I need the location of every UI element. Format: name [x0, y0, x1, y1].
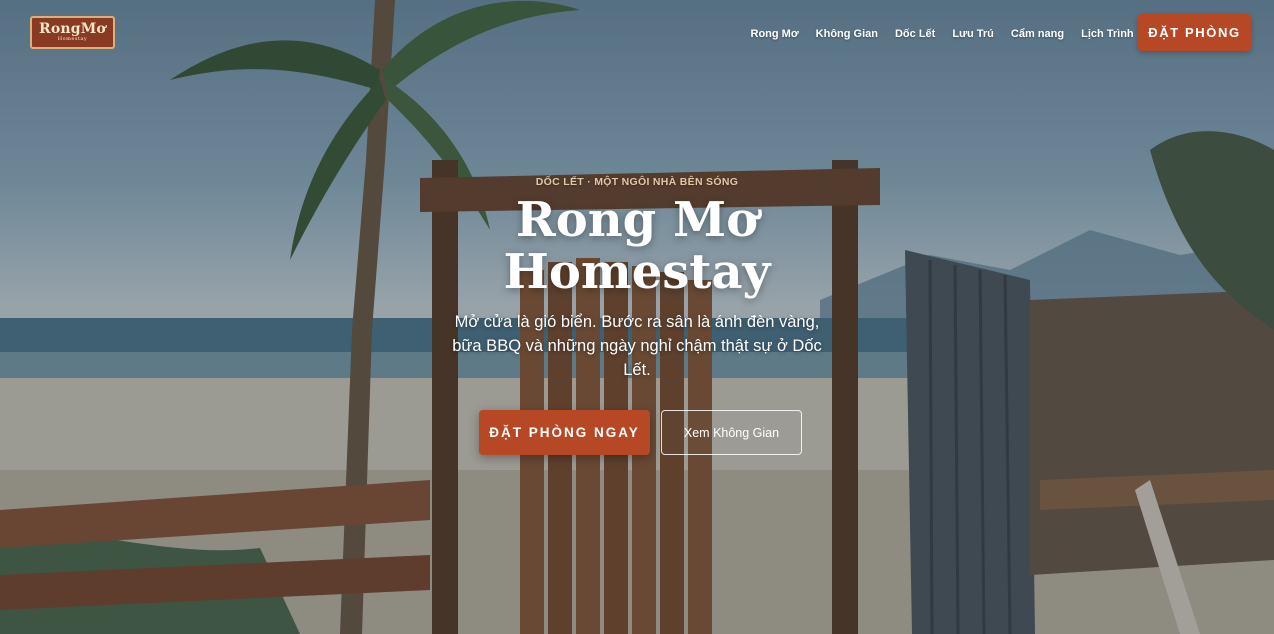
hero-eyebrow: DỐC LẾT · MỘT NGÔI NHÀ BÊN SÓNG	[535, 176, 739, 188]
logo-tagline: Homestay	[57, 36, 88, 42]
nav-item-doc-let[interactable]: Dốc Lết	[886, 24, 943, 44]
nav-item-cam-nang[interactable]: Cẩm nang	[1002, 24, 1072, 44]
hero-subtitle: Mở cửa là gió biển. Bước ra sân là ánh đ…	[452, 313, 822, 379]
book-now-button[interactable]: ĐẶT PHÒNG NGAY	[479, 410, 650, 455]
nav-item-lich-trinh[interactable]: Lịch Trình	[1073, 24, 1143, 44]
hero-content: DỐC LẾT · MỘT NGÔI NHÀ BÊN SÓNG Rong Mơ …	[0, 176, 1274, 382]
view-space-button[interactable]: Xem Không Gian	[661, 410, 802, 455]
nav-item-khong-gian[interactable]: Không Gian	[807, 24, 886, 44]
nav-item-luu-tru[interactable]: Lưu Trú	[944, 24, 1003, 44]
hero-title: Rong Mơ Homestay	[503, 192, 771, 300]
main-nav: Rong Mơ Không Gian Dốc Lết Lưu Trú Cẩm n…	[742, 24, 1142, 44]
hero-actions: ĐẶT PHÒNG NGAY Xem Không Gian	[479, 410, 802, 455]
nav-book-button[interactable]: ĐẶT PHÒNG	[1138, 14, 1251, 51]
logo-wordmark: RongMơ	[39, 21, 106, 37]
brand-logo[interactable]: RongMơ Homestay	[30, 16, 115, 49]
nav-item-rong-mo[interactable]: Rong Mơ	[742, 24, 807, 44]
hero-section: RongMơ Homestay Rong Mơ Không Gian Dốc L…	[0, 0, 1274, 634]
